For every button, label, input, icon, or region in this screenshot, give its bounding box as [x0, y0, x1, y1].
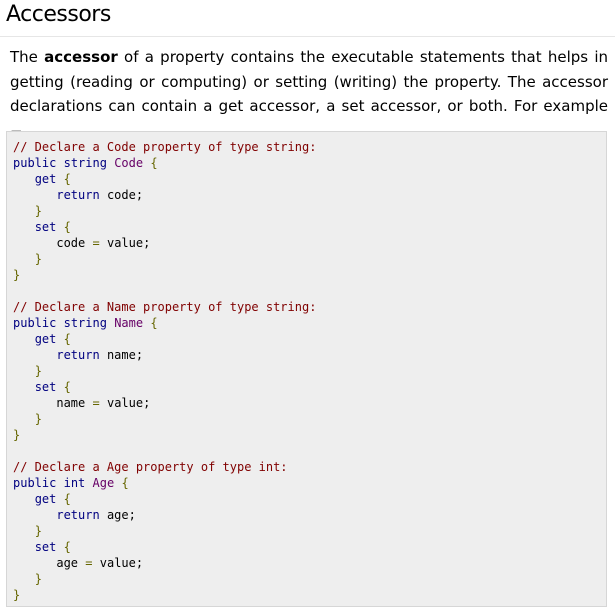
- code-line: code = value;: [56, 236, 151, 250]
- code-line: }: [34, 252, 42, 266]
- code-line: name = value;: [56, 396, 151, 410]
- code-line: return name;: [56, 348, 144, 362]
- code-line: }: [13, 428, 21, 442]
- code-line: // Declare a Code property of type strin…: [13, 140, 317, 154]
- code-line: set {: [34, 220, 71, 234]
- code-line: }: [13, 588, 21, 602]
- code-line: age = value;: [56, 556, 144, 570]
- code-line: }: [34, 412, 42, 426]
- code-line: // Declare a Name property of type strin…: [13, 300, 317, 314]
- code-line: public int Age {: [13, 476, 129, 490]
- code-line: }: [34, 364, 42, 378]
- code-listing: // Declare a Code property of type strin…: [13, 139, 316, 603]
- section-header: Accessors: [0, 0, 615, 37]
- code-line: set {: [34, 380, 71, 394]
- code-line: }: [34, 204, 42, 218]
- code-line: }: [13, 268, 21, 282]
- code-line: get {: [34, 332, 71, 346]
- page-title: Accessors: [6, 2, 111, 27]
- code-line: public string Name {: [13, 316, 158, 330]
- code-line: return age;: [56, 508, 136, 522]
- intro-bold-term: accessor: [44, 48, 118, 66]
- code-line: get {: [34, 172, 71, 186]
- code-block: // Declare a Code property of type strin…: [6, 131, 607, 607]
- code-line: }: [34, 572, 42, 586]
- intro-text-start: The: [10, 48, 45, 66]
- code-line: public string Code {: [13, 156, 158, 170]
- code-line: return code;: [56, 188, 144, 202]
- intro-paragraph: The accessor of a property contains the …: [10, 45, 608, 143]
- code-line: }: [34, 524, 42, 538]
- code-line: set {: [34, 540, 71, 554]
- code-line: // Declare a Age property of type int:: [13, 460, 288, 474]
- code-line: get {: [34, 492, 71, 506]
